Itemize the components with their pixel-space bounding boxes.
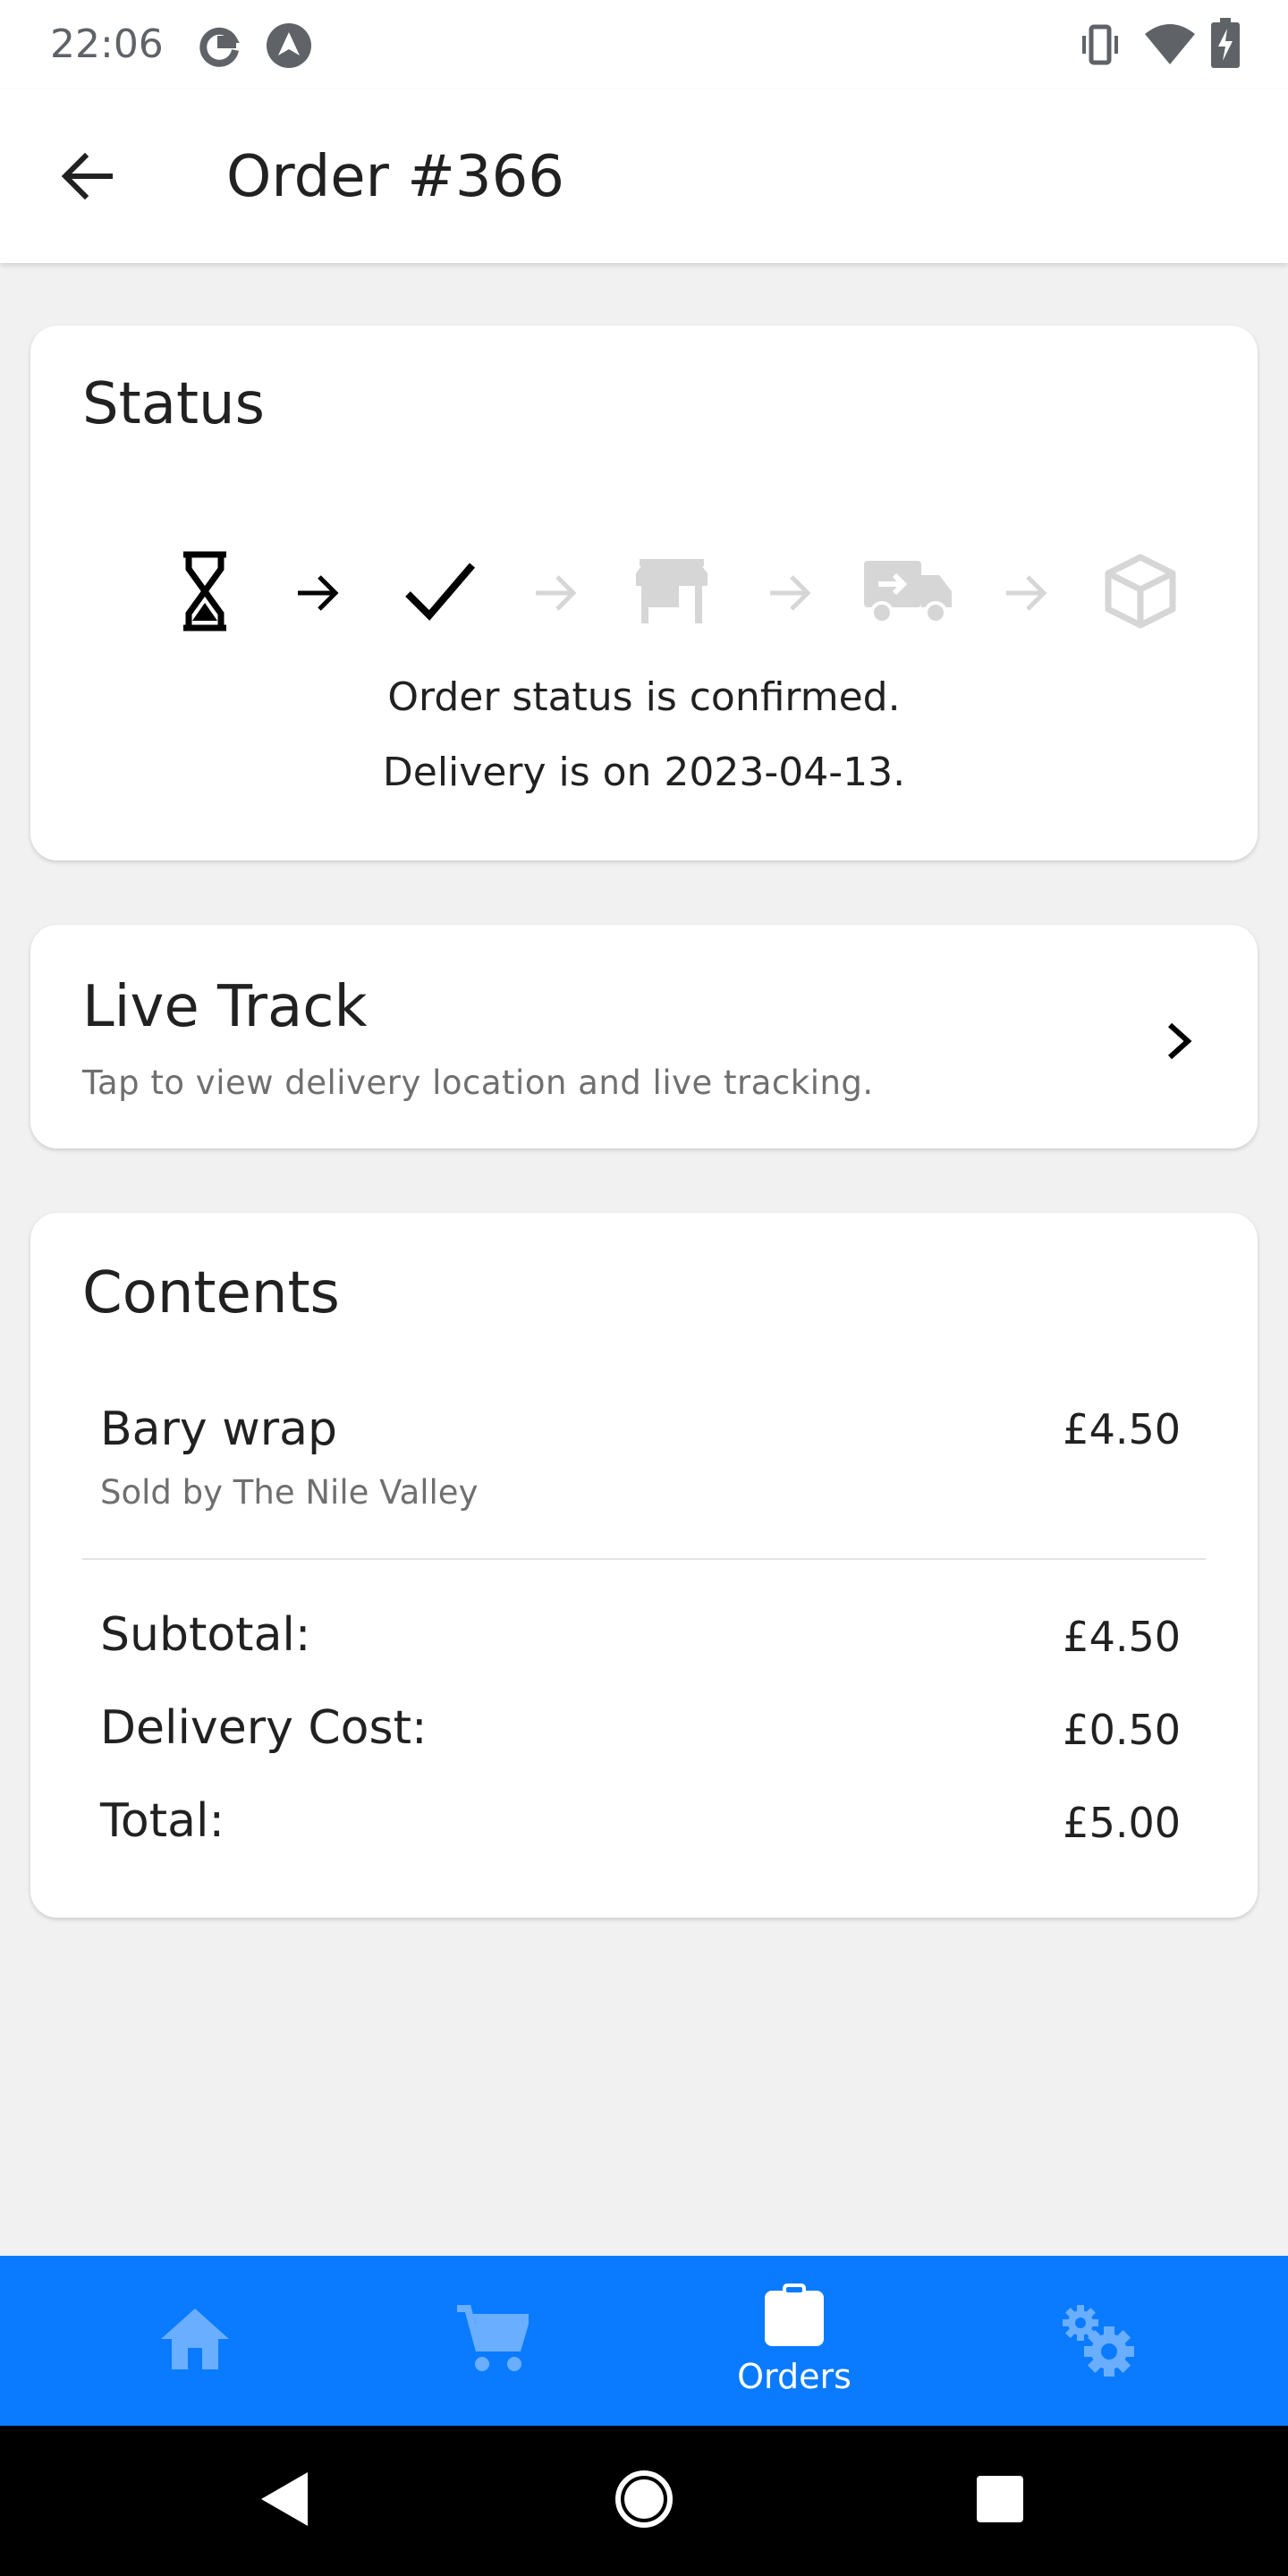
android-auto-icon (265, 21, 313, 73)
divider (82, 1558, 1206, 1560)
wifi-icon (1143, 21, 1197, 72)
orders-clipboard-icon (763, 2284, 826, 2351)
status-card: Status Order status is confirmed. Delive… (30, 326, 1258, 860)
system-back-button[interactable] (249, 2465, 320, 2537)
chevron-right-icon (1152, 1014, 1206, 1068)
back-button[interactable] (47, 138, 127, 218)
live-track-title: Live Track (82, 974, 368, 1040)
total-label: Total: (100, 1794, 225, 1848)
store-icon (631, 551, 712, 631)
check-icon (397, 551, 483, 631)
item-seller: Sold by The Nile Valley (100, 1473, 479, 1512)
arrow-back-icon (58, 148, 115, 208)
nav-item-settings[interactable] (1007, 2256, 1186, 2426)
live-track-subtitle: Tap to view delivery location and live t… (82, 1063, 874, 1102)
delivery-cost-label: Delivery Cost: (100, 1701, 428, 1755)
status-text: Order status is confirmed. (387, 674, 901, 720)
page-title: Order #366 (226, 144, 564, 210)
subtotal-value: £4.50 (1063, 1613, 1181, 1661)
bottom-nav: Orders (0, 2256, 1288, 2426)
subtotal-label: Subtotal: (100, 1608, 311, 1662)
system-recents-button[interactable] (964, 2465, 1036, 2537)
vibrate-icon (1077, 21, 1123, 72)
home-circle-icon (614, 2469, 674, 2533)
arrow-right-icon (758, 562, 821, 624)
app-bar: Order #366 (0, 89, 1288, 263)
arrow-right-icon (995, 562, 1057, 624)
battery-charging-icon (1211, 18, 1240, 72)
contents-title: Contents (82, 1260, 340, 1326)
system-nav (0, 2426, 1288, 2576)
nav-item-home[interactable] (106, 2256, 284, 2426)
status-bar: 22:06 (0, 0, 1288, 89)
status-time: 22:06 (50, 21, 164, 67)
contents-card: Contents Bary wrap Sold by The Nile Vall… (30, 1213, 1258, 1918)
nav-item-orders[interactable]: Orders (705, 2256, 884, 2426)
google-icon (197, 21, 243, 72)
settings-icon (1059, 2301, 1134, 2380)
cart-icon (455, 2303, 532, 2378)
system-home-button[interactable] (608, 2465, 680, 2537)
delivery-cost-value: £0.50 (1063, 1706, 1181, 1754)
delivery-truck-icon (862, 551, 955, 631)
status-title: Status (82, 371, 265, 437)
home-icon (159, 2307, 231, 2375)
nav-item-cart[interactable] (402, 2256, 581, 2426)
hourglass-icon (165, 551, 245, 631)
delivery-text: Delivery is on 2023-04-13. (382, 750, 906, 795)
nav-label-orders: Orders (737, 2357, 852, 2396)
status-stepper (30, 526, 1258, 651)
package-icon (1100, 551, 1181, 631)
item-name: Bary wrap (100, 1402, 338, 1456)
item-price: £4.50 (1063, 1405, 1181, 1453)
back-triangle-icon (258, 2470, 311, 2531)
arrow-right-icon (524, 562, 587, 624)
arrow-right-icon (286, 562, 349, 624)
live-track-card[interactable]: Live Track Tap to view delivery location… (30, 925, 1258, 1148)
total-value: £5.00 (1063, 1799, 1181, 1847)
recents-square-icon (975, 2474, 1025, 2528)
